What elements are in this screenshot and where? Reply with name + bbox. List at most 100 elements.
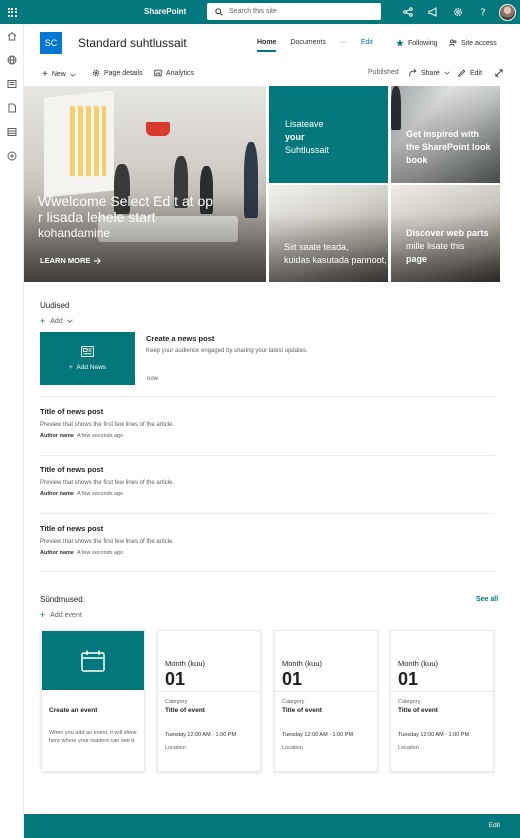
expand-icon[interactable] — [495, 69, 507, 77]
share-icon — [409, 69, 417, 77]
event-time: Tuesday 12:00 AM - 1:00 PM — [282, 732, 354, 738]
search-box[interactable]: Search this site — [207, 3, 381, 20]
tile-text-line: book — [406, 155, 428, 165]
hero-web-part: Wwelcome Select Ed t at op r lisada lehe… — [24, 86, 500, 282]
user-avatar[interactable] — [495, 0, 520, 24]
sticky-notes-image — [70, 106, 106, 176]
new-button[interactable]: + New — [42, 69, 80, 80]
tile-text-line: Get inspired with — [406, 129, 480, 139]
create-event-title: Create an event — [49, 707, 98, 714]
add-event-label: Add event — [50, 611, 82, 619]
share-button[interactable]: Share — [409, 69, 454, 77]
publish-status: Published — [368, 69, 399, 76]
edit-label: Edit — [470, 69, 483, 77]
tile-text-line: kuidas kasutada pannoot, — [284, 255, 387, 265]
news-post-title[interactable]: Title of news post — [40, 524, 495, 533]
search-icon — [215, 7, 223, 16]
help-icon[interactable]: ? — [470, 0, 495, 24]
news-post-title[interactable]: Title of news post — [40, 407, 495, 416]
edit-page-button[interactable]: Edit — [458, 69, 482, 77]
app-name[interactable]: SharePoint — [144, 7, 186, 16]
event-card[interactable]: Month (kuu) 01 Category Title of event T… — [157, 630, 261, 772]
file-icon[interactable] — [0, 96, 24, 120]
nav-more[interactable]: ··· — [340, 39, 347, 52]
news-post-author: Author name — [40, 550, 74, 556]
see-all-link[interactable]: See all — [476, 596, 498, 603]
home-icon[interactable] — [0, 24, 24, 48]
site-header: SC Standard suhtlussait Home Documents ·… — [24, 24, 520, 62]
analytics-icon — [154, 69, 162, 77]
tile-text-line: your — [285, 132, 305, 142]
share-label: Share — [421, 69, 440, 77]
event-category: Category — [398, 699, 421, 705]
list-icon[interactable] — [0, 120, 24, 144]
new-label: New — [51, 71, 66, 78]
analytics-button[interactable]: Analytics — [154, 69, 194, 77]
hero-title-line: r lisada lehele start — [38, 209, 156, 225]
plus-icon: + — [68, 364, 73, 371]
plus-icon: + — [40, 610, 46, 620]
event-title: Title of event — [165, 707, 205, 714]
gear-icon — [92, 69, 100, 77]
megaphone-icon[interactable] — [420, 0, 445, 24]
following-button[interactable]: Following — [396, 39, 438, 47]
event-card[interactable]: Month (kuu) 01 Category Title of event T… — [274, 630, 378, 772]
news-post-author: Author name — [40, 491, 74, 497]
page-details-button[interactable]: Page details — [92, 69, 143, 77]
following-label: Following — [408, 39, 438, 47]
events-section-title: Sündmused. — [40, 595, 85, 604]
tile-text-line: mille lisate this — [406, 241, 465, 251]
divider — [40, 571, 495, 572]
hero-tile-learn[interactable]: Lisateave your Suhtlussait — [269, 86, 388, 183]
divider — [40, 396, 495, 397]
footer-edit-button[interactable]: Edit — [489, 822, 500, 829]
suite-bar: SharePoint Search this site ? — [0, 0, 520, 24]
news-post[interactable]: Title of news post Preview that shows th… — [40, 465, 495, 497]
analytics-label: Analytics — [166, 69, 195, 77]
nav-home[interactable]: Home — [257, 39, 277, 52]
globe-icon[interactable] — [0, 48, 24, 72]
event-time: Tuesday 12:00 AM - 1:00 PM — [398, 732, 470, 738]
hero-tile-lookbook[interactable]: Get inspired with the SharePoint look bo… — [391, 86, 500, 183]
hero-tile-web-parts[interactable]: Discover web parts mille lisate this pag… — [391, 185, 500, 282]
page-footer: Edit — [24, 814, 520, 838]
news-post[interactable]: Title of news post Preview that shows th… — [40, 407, 495, 439]
settings-icon[interactable] — [445, 0, 470, 24]
star-icon — [396, 39, 404, 47]
add-event-button[interactable]: + Add event — [40, 610, 82, 620]
hero-tile-how-to[interactable]: Siit saate teada, kuidas kasutada pannoo… — [269, 185, 388, 282]
add-news-card[interactable]: + Add News — [40, 332, 135, 385]
hero-main-tile[interactable]: Wwelcome Select Ed t at op r lisada lehe… — [24, 86, 266, 282]
news-cta-title: Create a news post — [146, 334, 215, 343]
news-post-time: A few seconds ago — [76, 550, 124, 556]
site-title[interactable]: Standard suhtlussait — [78, 36, 187, 50]
site-access-button[interactable]: Site access — [449, 39, 497, 47]
hero-title-line: Wwelcome Select Ed t at op — [38, 193, 214, 209]
news-post[interactable]: Title of news post Preview that shows th… — [40, 524, 495, 556]
event-card[interactable]: Month (kuu) 01 Category Title of event T… — [390, 630, 494, 772]
add-icon[interactable] — [0, 144, 24, 168]
event-time: Tuesday 12:00 AM - 1:00 PM — [165, 732, 237, 738]
chevron-down-icon — [444, 71, 450, 75]
news-icon[interactable] — [0, 72, 24, 96]
share-network-icon[interactable] — [395, 0, 420, 24]
nav-edit-link[interactable]: Edit — [361, 39, 373, 52]
site-logo[interactable]: SC — [40, 32, 62, 54]
news-post-time: A few seconds ago — [76, 433, 124, 439]
divider — [40, 513, 495, 514]
arrow-right-icon — [94, 257, 102, 264]
news-post-title[interactable]: Title of news post — [40, 465, 495, 474]
command-bar: + New Page details Analytics Published S… — [24, 64, 520, 84]
nav-documents[interactable]: Documents — [290, 39, 325, 52]
news-cta-subtitle: Keep your audience engaged by sharing yo… — [146, 348, 308, 354]
news-add-button[interactable]: + Add — [40, 316, 73, 326]
plus-icon: + — [40, 316, 46, 326]
learn-more-link[interactable]: LEARN MORE — [40, 256, 102, 265]
app-launcher-icon[interactable] — [0, 0, 24, 24]
event-month: Month (kuu) — [398, 659, 439, 668]
svg-text:?: ? — [480, 8, 485, 18]
create-event-card[interactable]: Create an event When you add an event, i… — [41, 630, 145, 772]
event-day: 01 — [282, 669, 303, 689]
chevron-down-icon — [70, 73, 76, 77]
tile-text-line: Suhtlussait — [285, 145, 330, 155]
